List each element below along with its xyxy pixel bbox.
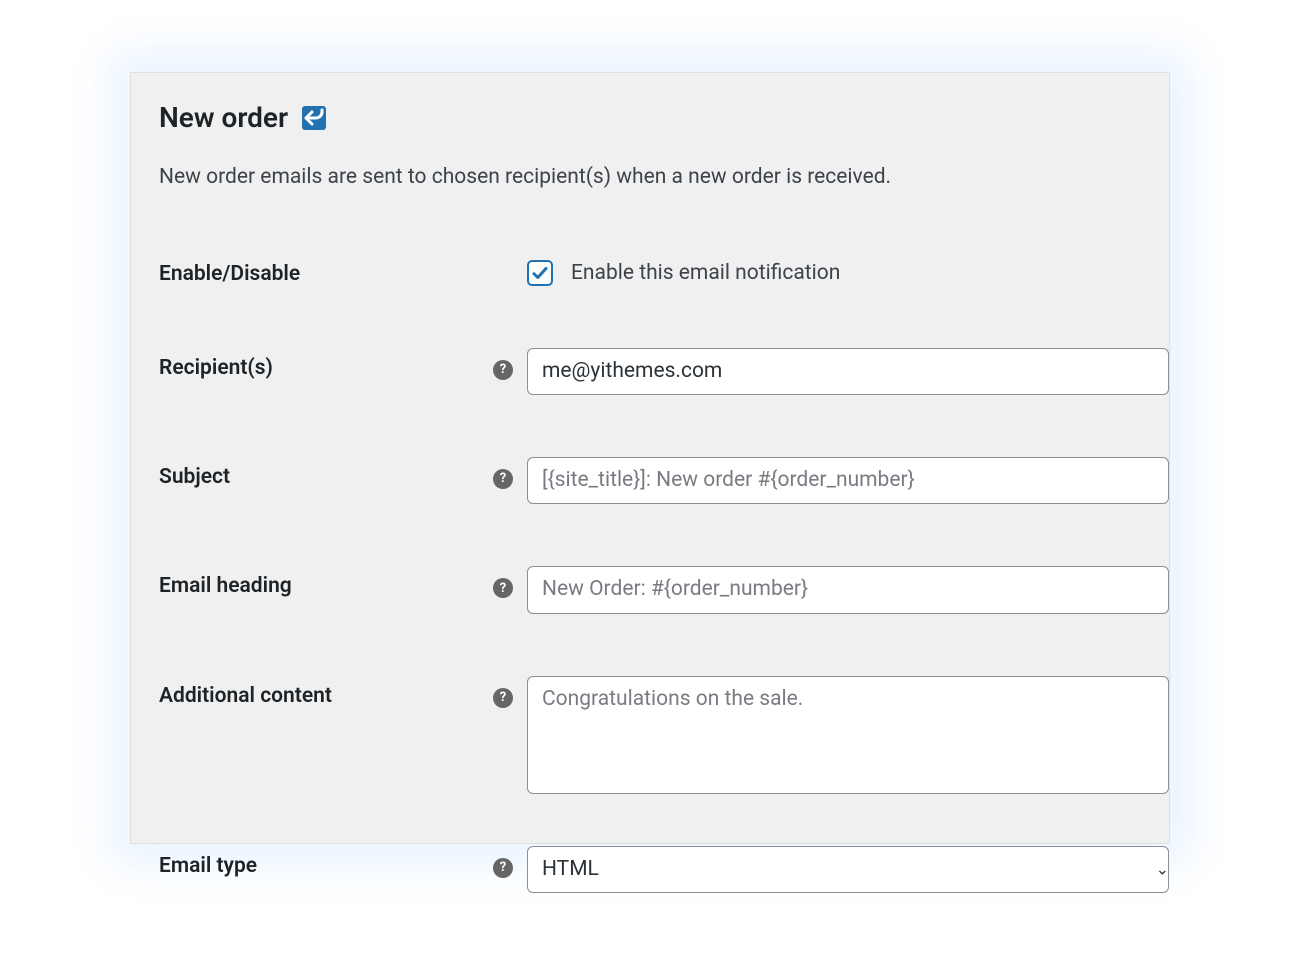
label-enable: Enable/Disable	[159, 254, 493, 286]
recipients-input[interactable]	[527, 348, 1169, 395]
enable-checkbox-label: Enable this email notification	[571, 261, 840, 285]
label-subject: Subject	[159, 457, 493, 489]
field-subject: Subject ?	[159, 457, 1169, 504]
field-additional: Additional content ?	[159, 676, 1169, 798]
help-icon[interactable]: ?	[493, 360, 513, 380]
help-icon[interactable]: ?	[493, 578, 513, 598]
help-icon[interactable]: ?	[493, 858, 513, 878]
label-recipients: Recipient(s)	[159, 348, 493, 380]
field-heading: Email heading ?	[159, 566, 1169, 613]
label-type: Email type	[159, 846, 493, 878]
page-description: New order emails are sent to chosen reci…	[159, 162, 1169, 194]
help-icon[interactable]: ?	[493, 469, 513, 489]
label-heading: Email heading	[159, 566, 493, 598]
email-type-select[interactable]: HTML	[527, 846, 1169, 893]
page-title: New order	[159, 101, 288, 134]
field-type: Email type ? HTML ⌄	[159, 846, 1169, 893]
check-icon	[531, 264, 549, 282]
enable-checkbox-wrap: Enable this email notification	[527, 254, 1169, 286]
settings-panel: New order New order emails are sent to c…	[130, 72, 1170, 844]
back-icon[interactable]	[302, 106, 326, 130]
field-recipients: Recipient(s) ?	[159, 348, 1169, 395]
label-additional: Additional content	[159, 676, 493, 708]
enable-checkbox[interactable]	[527, 260, 553, 286]
heading-input[interactable]	[527, 566, 1169, 613]
help-icon[interactable]: ?	[493, 688, 513, 708]
title-row: New order	[159, 101, 1169, 134]
subject-input[interactable]	[527, 457, 1169, 504]
additional-textarea[interactable]	[527, 676, 1169, 794]
field-enable: Enable/Disable Enable this email notific…	[159, 254, 1169, 286]
